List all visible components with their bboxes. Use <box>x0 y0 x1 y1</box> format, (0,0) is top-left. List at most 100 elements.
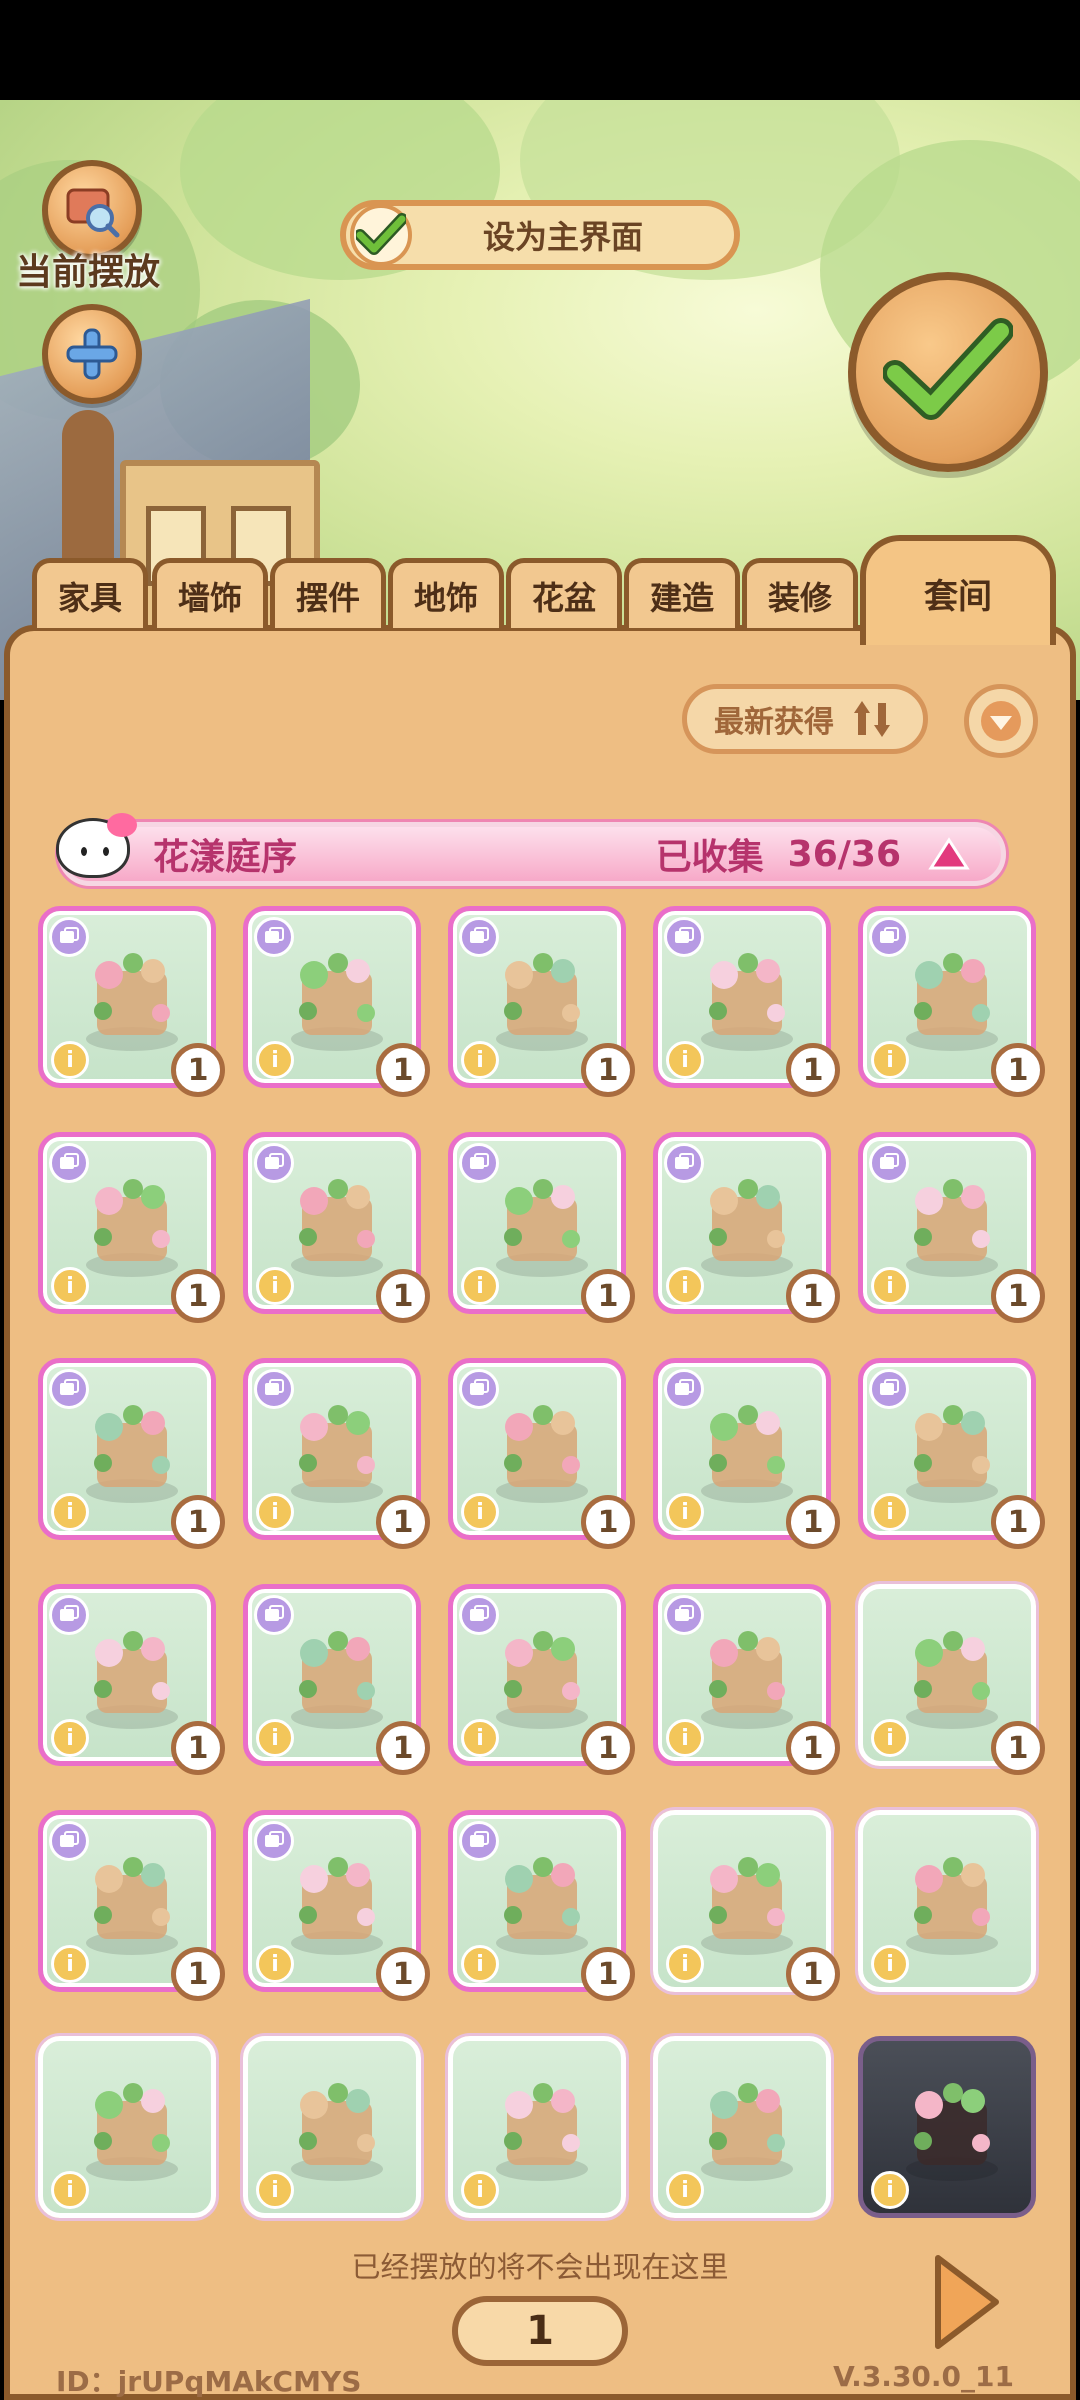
set-collection-banner[interactable]: 花漾庭序 已收集 36/36 <box>58 822 1006 886</box>
info-icon[interactable]: i <box>461 1267 499 1305</box>
item-card-flower-planter[interactable]: i1 <box>448 1810 635 2001</box>
item-card-flower-hedge[interactable]: i1 <box>38 1584 225 1775</box>
item-card-kitty-balloon[interactable]: i1 <box>858 906 1045 1097</box>
item-card-green-rug[interactable]: i1 <box>653 1810 840 2001</box>
item-card-kitty-flower-lamp[interactable]: i1 <box>448 906 635 1097</box>
item-card-arched-window[interactable]: i1 <box>38 1132 225 1323</box>
suite-icon <box>869 1369 909 1409</box>
item-card-grass-floor[interactable]: i <box>38 2036 216 2218</box>
info-icon[interactable]: i <box>461 2171 499 2209</box>
item-card-draped-table[interactable]: i1 <box>243 1810 430 2001</box>
sort-button[interactable]: 最新获得 <box>682 684 928 754</box>
tab-wall-decor[interactable]: 墙饰 <box>152 558 268 628</box>
item-card-pond[interactable]: i1 <box>243 1584 430 1775</box>
item-card-kitty-flower-basket[interactable]: i1 <box>448 1584 635 1775</box>
item-image-kitty-balloon <box>893 941 1011 1059</box>
item-card-garden-wallpaper[interactable]: i <box>858 1810 1036 1992</box>
item-card-willow-tree[interactable]: i1 <box>858 1358 1045 1549</box>
item-card-glass-cabinet[interactable]: i1 <box>653 1132 840 1323</box>
suite-icon <box>459 1369 499 1409</box>
item-card-kitty-sofa[interactable]: i1 <box>653 1358 840 1549</box>
info-icon[interactable]: i <box>256 1945 294 1983</box>
current-placement-label: 当前摆放 <box>16 252 161 293</box>
info-icon[interactable]: i <box>256 1041 294 1079</box>
item-card-round-table[interactable]: i1 <box>243 1358 430 1549</box>
tab-ornaments[interactable]: 摆件 <box>270 558 386 628</box>
info-icon[interactable]: i <box>461 1719 499 1757</box>
tab-renovation[interactable]: 装修 <box>742 558 858 628</box>
item-image-green-wallpaper <box>278 2071 396 2189</box>
tab-furniture[interactable]: 家具 <box>32 558 148 628</box>
suite-icon <box>254 1595 294 1635</box>
tab-suites[interactable]: 套间 <box>860 535 1056 645</box>
info-icon[interactable]: i <box>51 1041 89 1079</box>
suite-icon <box>254 1821 294 1861</box>
info-icon[interactable]: i <box>461 1041 499 1079</box>
confirm-button[interactable] <box>848 272 1048 472</box>
item-quantity: 1 <box>581 1721 635 1775</box>
info-icon[interactable]: i <box>256 1719 294 1757</box>
item-image-rose-hedge-dark <box>893 2071 1011 2189</box>
item-card-glass-greenhouse[interactable]: i1 <box>38 1810 225 2001</box>
item-quantity: 1 <box>581 1043 635 1097</box>
item-card-flower-mirror[interactable]: i1 <box>653 1584 840 1775</box>
item-quantity: 1 <box>581 1269 635 1323</box>
suite-icon <box>459 1595 499 1635</box>
tab-flower-pots[interactable]: 花盆 <box>506 558 622 628</box>
suite-icon <box>664 917 704 957</box>
info-icon[interactable]: i <box>871 1267 909 1305</box>
info-icon[interactable]: i <box>871 1945 909 1983</box>
add-button[interactable] <box>42 304 142 404</box>
item-quantity: 1 <box>171 1043 225 1097</box>
info-icon[interactable]: i <box>666 1041 704 1079</box>
item-image-garden-wallpaper <box>893 1845 1011 1963</box>
suite-icon <box>869 917 909 957</box>
item-card-vine-garland[interactable]: i1 <box>448 1132 635 1323</box>
item-image-flower-arch <box>893 1619 1011 1737</box>
info-icon[interactable]: i <box>256 1493 294 1531</box>
set-main-screen-toggle[interactable]: 设为主界面 <box>340 200 740 270</box>
item-card-kitty-bench[interactable]: i1 <box>858 1132 1045 1323</box>
item-image-flower-swing-bed <box>278 941 396 1059</box>
item-card-arch-gate[interactable]: i <box>653 2036 831 2218</box>
info-icon[interactable]: i <box>256 2171 294 2209</box>
info-icon[interactable]: i <box>51 2171 89 2209</box>
tab-floor-decor[interactable]: 地饰 <box>388 558 504 628</box>
item-card-curtain-window[interactable]: i1 <box>38 1358 225 1549</box>
filter-dropdown-button[interactable] <box>964 684 1038 758</box>
info-icon[interactable]: i <box>51 1493 89 1531</box>
info-icon[interactable]: i <box>666 1267 704 1305</box>
item-image-vine-garland <box>483 1167 601 1285</box>
info-icon[interactable]: i <box>871 1493 909 1531</box>
info-icon[interactable]: i <box>871 1719 909 1757</box>
item-card-flower-arch[interactable]: i1 <box>858 1584 1045 1775</box>
item-card-flower-swing-bed[interactable]: i1 <box>243 906 430 1097</box>
item-card-fountain[interactable]: i1 <box>243 1132 430 1323</box>
checkbox[interactable] <box>350 204 412 266</box>
item-card-rose-hedge-dark[interactable]: i <box>858 2036 1036 2218</box>
info-icon[interactable]: i <box>666 1945 704 1983</box>
sort-label: 最新获得 <box>714 705 834 740</box>
item-card-flower-cabinet[interactable]: i1 <box>448 1358 635 1549</box>
info-icon[interactable]: i <box>871 1041 909 1079</box>
suite-icon <box>49 917 89 957</box>
info-icon[interactable]: i <box>51 1945 89 1983</box>
next-page-arrow-icon[interactable] <box>930 2252 1002 2352</box>
item-card-green-wallpaper[interactable]: i <box>243 2036 421 2218</box>
item-card-hanging-plant-stand[interactable]: i1 <box>653 906 840 1097</box>
info-icon[interactable]: i <box>256 1267 294 1305</box>
info-icon[interactable]: i <box>461 1493 499 1531</box>
tab-building[interactable]: 建造 <box>624 558 740 628</box>
item-quantity: 1 <box>786 1043 840 1097</box>
item-image-pond <box>278 1619 396 1737</box>
info-icon[interactable]: i <box>666 1719 704 1757</box>
item-image-willow-tree <box>893 1393 1011 1511</box>
info-icon[interactable]: i <box>51 1267 89 1305</box>
info-icon[interactable]: i <box>51 1719 89 1757</box>
info-icon[interactable]: i <box>461 1945 499 1983</box>
info-icon[interactable]: i <box>666 1493 704 1531</box>
info-icon[interactable]: i <box>666 2171 704 2209</box>
item-card-pond-floor[interactable]: i <box>448 2036 626 2218</box>
item-card-vanity[interactable]: i1 <box>38 906 225 1097</box>
info-icon[interactable]: i <box>871 2171 909 2209</box>
